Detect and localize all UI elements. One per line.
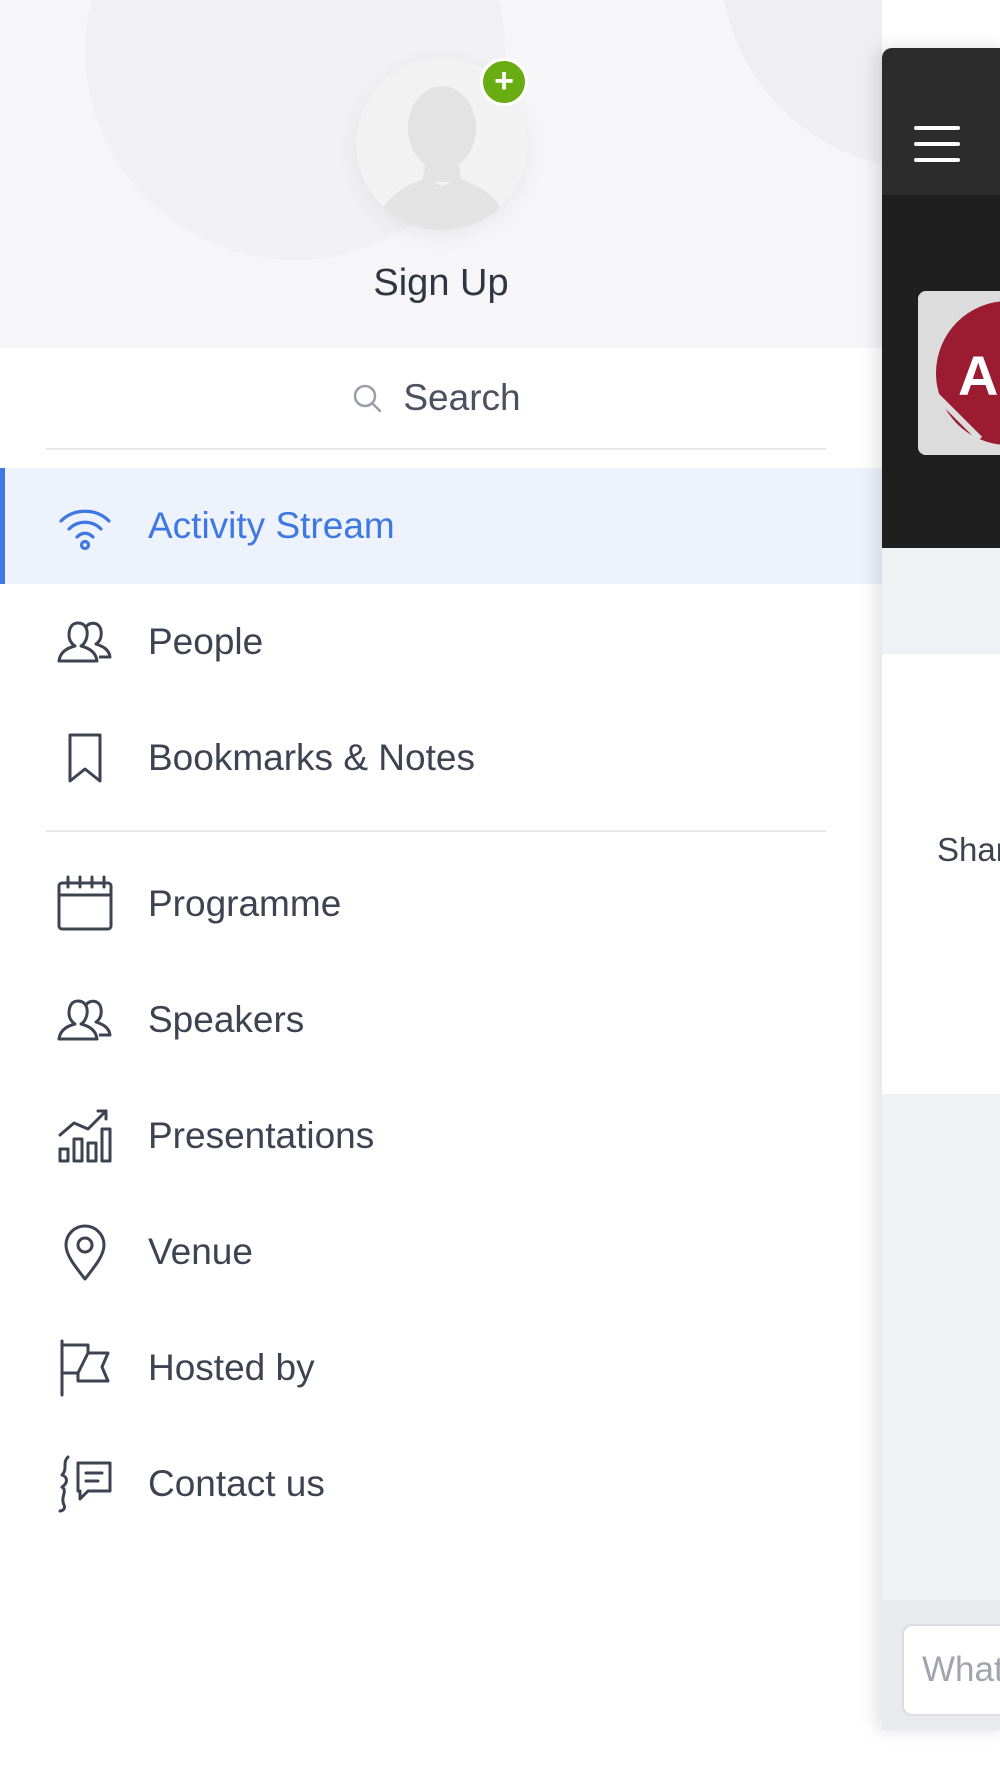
chart-bars-icon (58, 1109, 112, 1163)
event-logo: A (918, 291, 1000, 455)
people-icon (57, 621, 112, 663)
menu-divider (46, 830, 826, 832)
sign-up-link[interactable]: Sign Up (0, 262, 882, 305)
speakers-icon (57, 999, 112, 1041)
menu-label: Speakers (148, 999, 305, 1040)
menu-label: Presentations (148, 1115, 375, 1156)
drawer-menu: Activity Stream People Bookmarks & Notes (0, 468, 882, 1542)
menu-item-people[interactable]: People (0, 584, 882, 700)
header-decor-circle (720, 0, 882, 170)
search-field[interactable]: Search (46, 348, 826, 450)
menu-item-programme[interactable]: Programme (0, 846, 882, 962)
profile-header: + Sign Up (0, 0, 882, 348)
post-composer-input[interactable]: What (902, 1624, 1000, 1716)
event-logo-mark-icon: A (918, 291, 1000, 455)
menu-item-contact-us[interactable]: Contact us (0, 1426, 882, 1542)
menu-label: Contact us (148, 1463, 325, 1504)
share-text[interactable]: Shar (937, 831, 1000, 869)
content-card (882, 654, 1000, 1094)
calendar-icon (57, 875, 113, 931)
menu-item-speakers[interactable]: Speakers (0, 962, 882, 1078)
contact-chat-icon (58, 1455, 112, 1513)
hamburger-menu-icon[interactable] (914, 126, 960, 162)
navigation-drawer: + Sign Up Search Activity Stream People … (0, 0, 882, 1778)
search-icon (354, 384, 382, 413)
menu-label: Bookmarks & Notes (148, 737, 475, 778)
post-placeholder: What (922, 1650, 1000, 1689)
app-topbar (882, 48, 1000, 195)
menu-item-activity-stream[interactable]: Activity Stream (0, 468, 882, 584)
search-placeholder: Search (403, 377, 521, 418)
menu-label: People (148, 621, 264, 662)
menu-label: Hosted by (148, 1347, 315, 1388)
menu-item-presentations[interactable]: Presentations (0, 1078, 882, 1194)
app-section-strip (882, 548, 1000, 654)
add-photo-button[interactable]: + (480, 58, 528, 106)
menu-item-venue[interactable]: Venue (0, 1194, 882, 1310)
logo-letter: A (958, 344, 998, 407)
menu-label: Programme (148, 883, 342, 924)
app-main-panel[interactable]: A Shar What (882, 48, 1000, 1730)
menu-label: Venue (148, 1231, 253, 1272)
location-pin-icon (64, 1224, 106, 1281)
bookmark-icon (68, 733, 102, 783)
menu-item-bookmarks-notes[interactable]: Bookmarks & Notes (0, 700, 882, 816)
menu-item-hosted-by[interactable]: Hosted by (0, 1310, 882, 1426)
flag-icon (60, 1339, 110, 1397)
menu-label: Activity Stream (148, 505, 395, 546)
wifi-icon (59, 509, 111, 551)
